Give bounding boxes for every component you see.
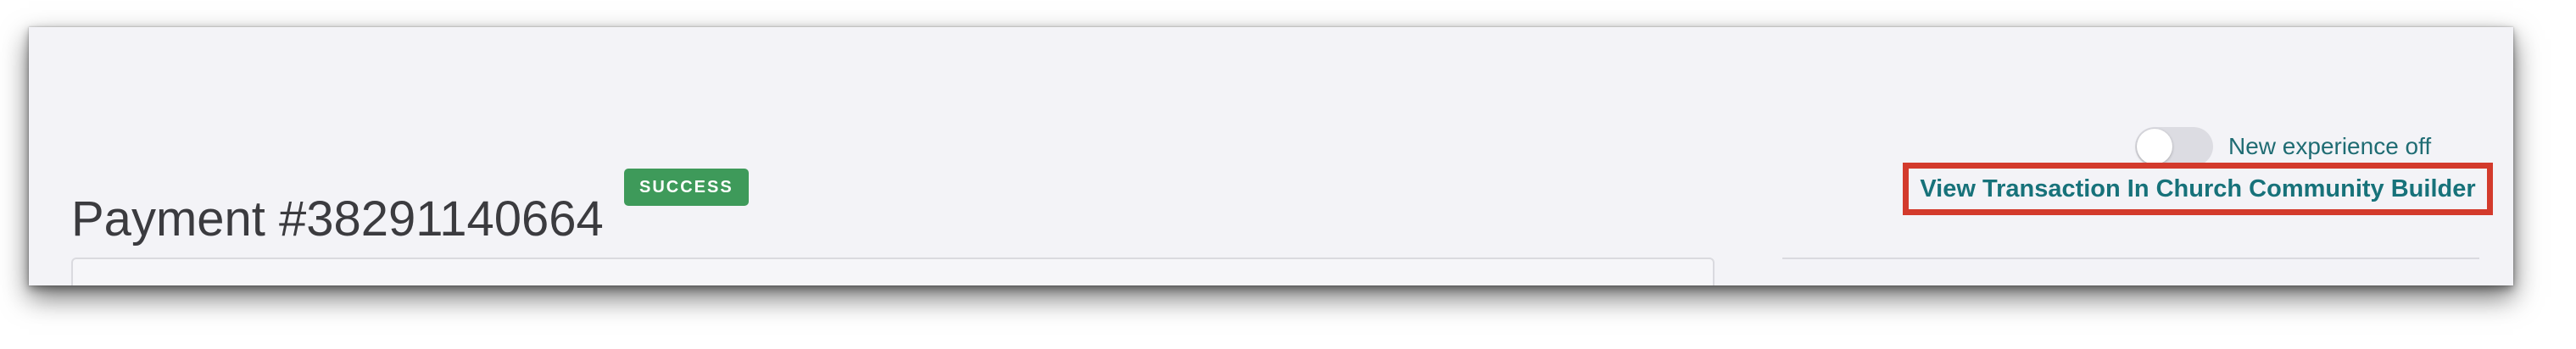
new-experience-toggle[interactable] <box>2135 127 2213 166</box>
page-title: Payment #38291140664 <box>71 191 604 247</box>
sidebar-divider <box>1782 258 2479 259</box>
new-experience-toggle-label: New experience off <box>2228 133 2432 159</box>
toggle-knob-icon <box>2137 129 2172 164</box>
status-badge: SUCCESS <box>624 169 749 206</box>
payment-details-card <box>71 258 1715 285</box>
new-experience-toggle-row: New experience off <box>2135 127 2431 166</box>
view-transaction-link[interactable]: View Transaction In Church Community Bui… <box>1903 163 2493 215</box>
app-window: Payment #38291140664 SUCCESS New experie… <box>29 27 2513 285</box>
